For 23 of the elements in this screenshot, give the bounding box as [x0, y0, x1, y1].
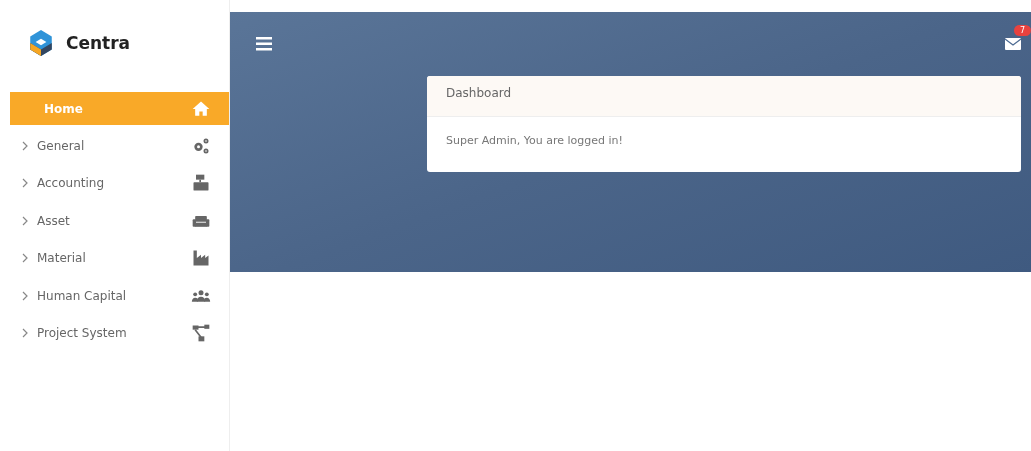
factory-icon	[191, 248, 211, 269]
mail-icon[interactable]	[1005, 37, 1021, 50]
sidebar-item-label: Accounting	[37, 176, 105, 191]
hexagon-logo-icon	[28, 29, 54, 57]
sidebar-item[interactable]: Material	[10, 239, 229, 277]
menu-icon[interactable]	[256, 37, 272, 51]
sidebar-item[interactable]: Asset	[10, 202, 229, 240]
sidebar-item[interactable]: Human Capital	[10, 277, 229, 315]
sidebar-item[interactable]: Project System	[10, 314, 229, 352]
sidebar-item-label: Human Capital	[37, 288, 128, 303]
card-title: Dashboard	[446, 86, 512, 100]
sidebar-item[interactable]: Accounting	[10, 164, 229, 202]
notification-badge: 7	[1014, 24, 1031, 36]
cash-register-icon	[191, 173, 211, 194]
sidebar-item-label: General	[37, 138, 86, 153]
sidebar-item[interactable]: General	[10, 127, 229, 165]
brand-name: Centra	[66, 33, 131, 53]
welcome-message: Super Admin, You are logged in!	[446, 134, 623, 147]
sidebar-item-label: Material	[37, 251, 87, 266]
sidebar-item-label: Asset	[37, 213, 71, 228]
hierarchy-icon	[191, 323, 211, 344]
sidebar-item-label: Project System	[37, 326, 128, 341]
sidebar-item-label: Home	[43, 101, 84, 116]
